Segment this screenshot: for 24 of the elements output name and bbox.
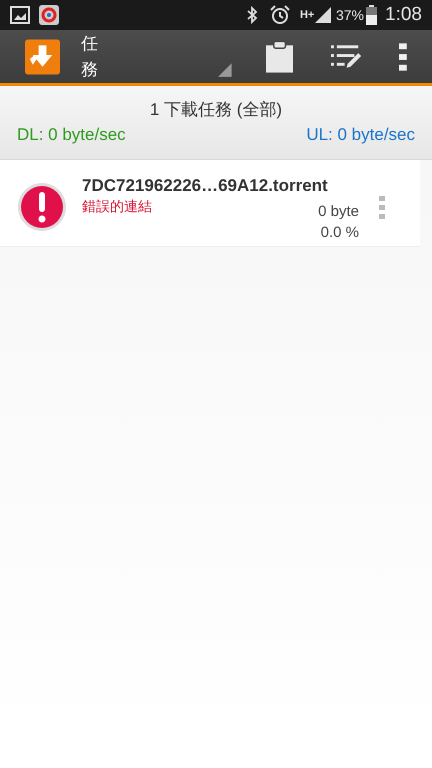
bluetooth-icon: [246, 6, 258, 24]
file-size: 0 byte: [318, 202, 359, 222]
task-row[interactable]: 7DC721962226…69A12.torrent 錯誤的連結 0 byte 0.0 %: [0, 160, 420, 247]
error-icon: [17, 182, 67, 232]
edit-list-icon[interactable]: [331, 42, 362, 70]
overflow-menu-icon[interactable]: [399, 42, 407, 70]
upload-speed: UL: 0 byte/sec: [306, 124, 415, 146]
clock: 1:08: [385, 2, 422, 27]
progress-percent: 0.0 %: [320, 223, 359, 243]
network-type: H+: [300, 10, 314, 20]
app-icon: [39, 5, 59, 25]
download-speed: DL: 0 byte/sec: [17, 124, 126, 146]
file-name: 7DC721962226…69A12.torrent: [82, 176, 328, 196]
task-status: 錯誤的連結: [82, 197, 152, 215]
clipboard-icon[interactable]: [266, 40, 294, 72]
image-icon: [10, 6, 30, 24]
battery-percentage: 37%: [336, 6, 364, 24]
download-icon[interactable]: [25, 38, 60, 74]
signal-icon: [314, 6, 332, 24]
battery-icon: [366, 5, 378, 25]
screen-title[interactable]: 任務: [81, 31, 114, 82]
dropdown-corner-icon[interactable]: [218, 62, 232, 76]
summary-title: 1 下載任務 (全部): [150, 99, 282, 121]
alarm-clock-icon: [270, 5, 290, 25]
